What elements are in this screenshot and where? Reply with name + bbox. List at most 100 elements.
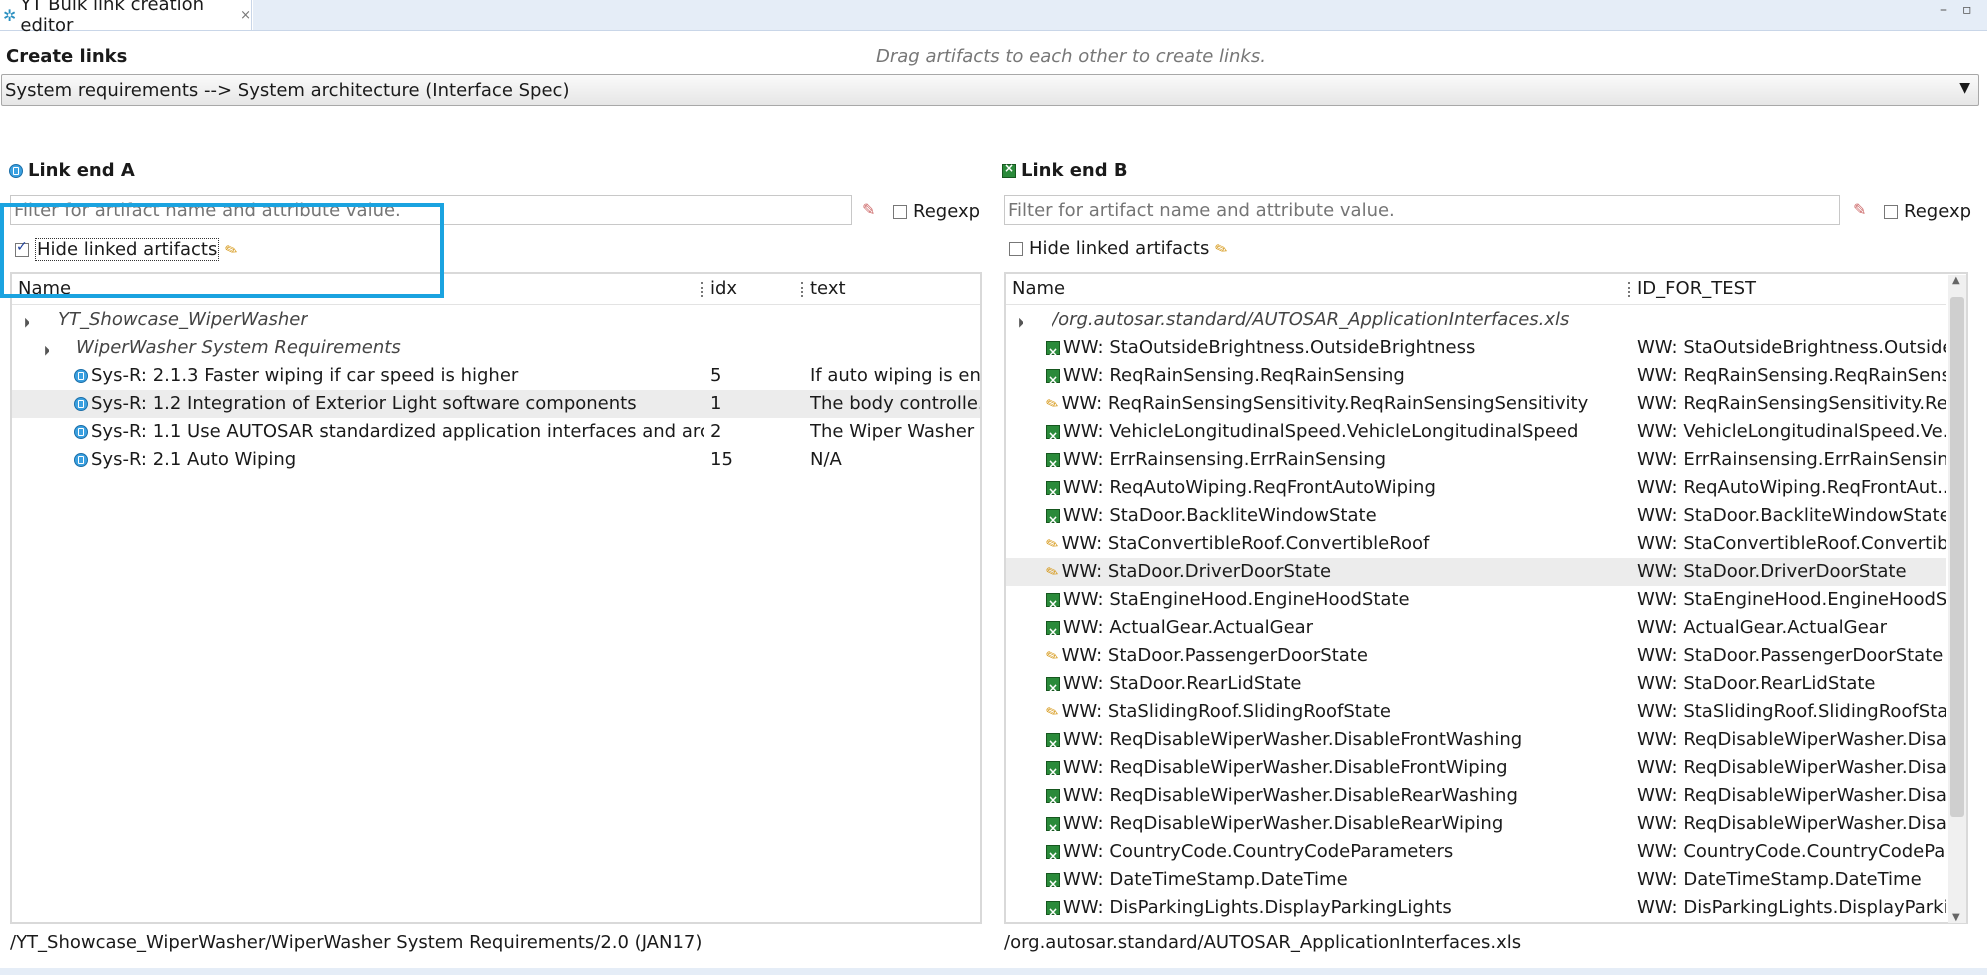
table-row[interactable]: ✎WW: StaDoor.PassengerDoorState WW: StaDo… [1006,642,1946,670]
row-id: WW: CountryCode.CountryCodePa... [1637,841,1946,862]
artifact-table-a: Name idx text ◢ YT_Showcase_WiperWasher … [10,272,982,924]
regexp-checkbox-box[interactable] [1884,204,1898,219]
table-row[interactable]: ✎WW: StaConvertibleRoof.ConvertibleRoof W… [1006,530,1946,558]
row-id: WW: ActualGear.ActualGear [1637,617,1888,638]
spreadsheet-icon [1046,786,1060,810]
table-row[interactable]: WW: StaDoor.RearLidState WW: StaDoor.Rear… [1006,670,1946,698]
clear-filter-icon[interactable]: ✎ [862,200,875,219]
row-name: WW: ReqRainSensing.ReqRainSensing [1063,365,1405,386]
table-row[interactable]: WW: ReqDisableWiperWasher.DisableFrontWi… [1006,754,1946,782]
hide-linked-checkbox-b[interactable]: Hide linked artifacts ✎ [1009,238,1231,259]
row-name: WW: ErrRainsensing.ErrRainSensing [1063,449,1387,470]
row-id: WW: ReqAutoWiping.ReqFrontAut... [1637,477,1946,498]
row-id: WW: ReqDisableWiperWasher.Disa... [1637,757,1946,778]
row-id: WW: DisParkingLights.DisplayParki... [1637,897,1946,918]
row-id: WW: StaDoor.RearLidState [1637,673,1876,694]
link-end-a-title: Link end A [28,160,135,181]
clear-filter-icon[interactable]: ✎ [1853,200,1866,219]
table-row[interactable]: WW: ReqDisableWiperWasher.DisableRearWip… [1006,810,1946,838]
table-row[interactable]: WW: ErrRainsensing.ErrRainSensing WW: Err… [1006,446,1946,474]
tree-group-row[interactable]: ◢ WiperWasher System Requirements [12,334,980,362]
spreadsheet-icon [1046,898,1060,922]
table-row[interactable]: WW: CountryCode.CountryCodeParameters WW:… [1006,838,1946,866]
minimize-button[interactable]: – [1940,2,1947,18]
row-name: WW: StaDoor.DriverDoorState [1061,561,1332,582]
table-row[interactable]: ✎WW: ReqRainSensingSensitivity.ReqRainSe… [1006,390,1946,418]
regexp-checkbox-box[interactable] [893,204,907,219]
tree-root-row[interactable]: ◢ /org.autosar.standard/AUTOSAR_Applicat… [1006,306,1946,334]
row-name: WW: DisParkingLights.DisplayParkingLight… [1063,897,1452,918]
table-row-selected[interactable]: ✎WW: StaDoor.DriverDoorState WW: StaDoor.… [1006,558,1946,586]
column-header-id[interactable]: ID_FOR_TEST [1631,274,1756,304]
row-id: WW: StaSlidingRoof.SlidingRoofSta... [1637,701,1946,722]
table-row[interactable]: WW: StaEngineHood.EngineHoodState WW: Sta… [1006,586,1946,614]
table-row[interactable]: WW: DateTimeStamp.DateTime WW: DateTimeSt… [1006,866,1946,894]
hide-linked-checkbox-box[interactable] [1009,241,1023,256]
row-name: WW: StaConvertibleRoof.ConvertibleRoof [1061,533,1430,554]
scroll-down-icon[interactable]: ▼ [1952,912,1960,923]
create-links-label: Create links [6,46,128,67]
editor-icon: ✲ [3,5,17,25]
table-row[interactable]: WW: VehicleLongitudinalSpeed.VehicleLong… [1006,418,1946,446]
table-row[interactable]: WW: StaDoor.BackliteWindowState WW: StaDo… [1006,502,1946,530]
row-name: WW: StaDoor.BackliteWindowState [1063,505,1377,526]
row-id: WW: StaConvertibleRoof.Convertib... [1637,533,1946,554]
spreadsheet-icon [1046,870,1060,894]
expand-triangle-icon[interactable]: ◢ [42,339,49,364]
tree-root-label: YT_Showcase_WiperWasher [58,309,308,330]
table-row[interactable]: Sys-R: 2.1 Auto Wiping 15 N/A [12,446,980,474]
linked-icon: ✎ [1046,533,1062,555]
table-row[interactable]: WW: ReqDisableWiperWasher.DisableRearWas… [1006,782,1946,810]
row-name: WW: ActualGear.ActualGear [1063,617,1314,638]
row-name: WW: StaDoor.PassengerDoorState [1061,645,1368,666]
editor-tab[interactable]: ✲ YT Bulk link creation editor × [0,0,252,36]
link-type-selected: System requirements --> System architect… [5,79,570,101]
pencil-icon[interactable]: ✎ [1213,238,1231,259]
vertical-scrollbar[interactable]: ▲ ▼ [1948,275,1966,923]
column-separator[interactable] [801,282,803,297]
table-row-selected[interactable]: Sys-R: 1.2 Integration of Exterior Light… [12,390,980,418]
column-header-text[interactable]: text [804,274,846,304]
highlight-box [0,203,444,298]
row-id: WW: ReqDisableWiperWasher.Disa... [1637,785,1946,806]
table-row[interactable]: Sys-R: 1.1 Use AUTOSAR standardized appl… [12,418,980,446]
row-idx: 15 [710,449,733,470]
close-icon[interactable]: × [240,8,251,23]
row-name: WW: VehicleLongitudinalSpeed.VehicleLong… [1063,421,1579,442]
restore-button[interactable]: ▫ [1962,2,1972,18]
expand-triangle-icon[interactable]: ◢ [1016,311,1023,336]
column-separator[interactable] [701,282,703,297]
row-name: Sys-R: 2.1.3 Faster wiping if car speed … [91,365,519,386]
tree-root-row[interactable]: ◢ YT_Showcase_WiperWasher [12,306,980,334]
scroll-up-icon[interactable]: ▲ [1952,275,1960,286]
table-row[interactable]: WW: ReqDisableWiperWasher.DisableFrontWa… [1006,726,1946,754]
filter-input-b[interactable] [1004,195,1840,225]
table-row[interactable]: WW: ReqAutoWiping.ReqFrontAutoWiping WW: … [1006,474,1946,502]
scrollbar-thumb[interactable] [1950,297,1964,817]
row-id: WW: ErrRainsensing.ErrRainSensing [1637,449,1946,470]
spreadsheet-icon [1046,814,1060,838]
column-header-idx[interactable]: idx [704,274,737,304]
table-row[interactable]: WW: ReqRainSensing.ReqRainSensing WW: Req… [1006,362,1946,390]
chevron-down-icon: ▼ [1959,80,1970,96]
regexp-checkbox-b[interactable]: Regexp [1884,201,1971,222]
row-name: Sys-R: 2.1 Auto Wiping [91,449,297,470]
regexp-checkbox-a[interactable]: Regexp [893,201,980,222]
row-name: WW: ReqRainSensingSensitivity.ReqRainSen… [1061,393,1589,414]
row-name: WW: StaOutsideBrightness.OutsideBrightne… [1063,337,1476,358]
link-type-dropdown[interactable]: System requirements --> System architect… [1,74,1979,106]
table-row[interactable]: ✎WW: StaSlidingRoof.SlidingRoofState WW: … [1006,698,1946,726]
row-id: WW: StaDoor.DriverDoorState [1637,561,1907,582]
bottom-border [0,968,1987,975]
column-separator[interactable] [1628,282,1630,297]
column-header-name[interactable]: Name [1006,274,1065,304]
table-row[interactable]: WW: StaOutsideBrightness.OutsideBrightne… [1006,334,1946,362]
row-text: N/A [810,449,842,470]
table-row[interactable]: WW: ActualGear.ActualGear WW: ActualGear.… [1006,614,1946,642]
expand-triangle-icon[interactable]: ◢ [22,311,29,336]
spreadsheet-icon [1046,478,1060,502]
spreadsheet-icon [1046,450,1060,474]
table-row[interactable]: Sys-R: 2.1.3 Faster wiping if car speed … [12,362,980,390]
table-row[interactable]: WW: DisParkingLights.DisplayParkingLight… [1006,894,1946,922]
row-name: WW: ReqDisableWiperWasher.DisableRearWip… [1063,813,1504,834]
